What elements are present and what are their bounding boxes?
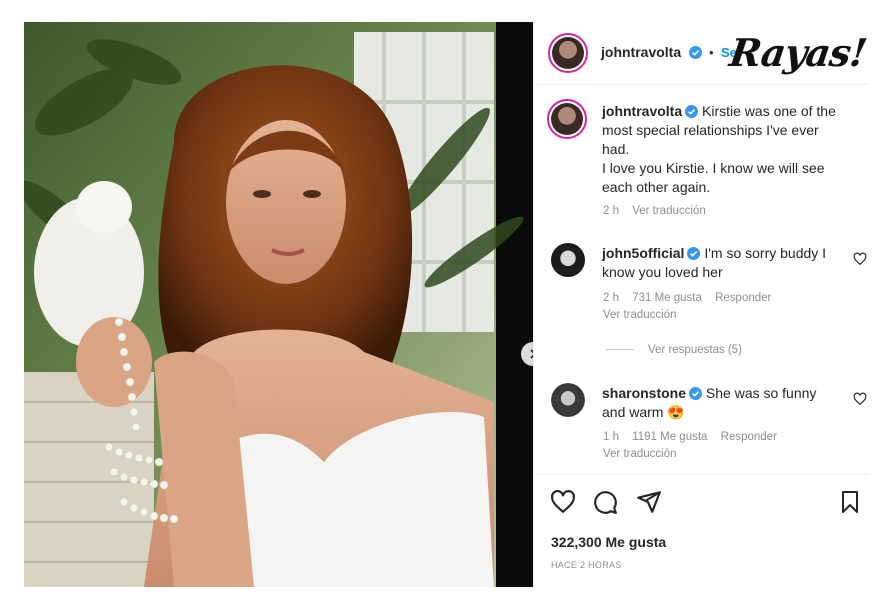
caption-line: most special relationships I've ever (602, 122, 819, 138)
instagram-post-card: johntravolta • Se johntravolta Kirstie w… (0, 0, 892, 609)
comment-icon[interactable] (592, 489, 618, 515)
reply-link[interactable]: Responder (715, 292, 771, 304)
author-username[interactable]: johntravolta (601, 44, 681, 60)
caption-line: had. (602, 141, 630, 157)
caption-line: Kirstie was one of the (702, 103, 836, 119)
view-replies-link[interactable]: Ver respuestas (5) (606, 344, 742, 356)
heart-icon[interactable] (853, 392, 867, 406)
posted-time[interactable]: HACE 2 HORAS (551, 560, 622, 570)
comment-likes[interactable]: 1191 Me gusta (632, 431, 707, 443)
comment-username[interactable]: john5official (602, 245, 684, 261)
comment-time: 1 h (603, 431, 619, 443)
comment-username[interactable]: sharonstone (602, 385, 686, 401)
author-avatar[interactable] (548, 33, 588, 73)
actions-divider (534, 474, 869, 475)
comment-2-meta: 1 h 1191 Me gusta Responder (603, 431, 787, 443)
caption-username[interactable]: johntravolta (602, 103, 682, 119)
comment-text-line: I'm so sorry buddy I (704, 245, 827, 261)
verified-icon (688, 46, 702, 59)
likes-count[interactable]: 322,300 Me gusta (551, 534, 666, 550)
caption-time: 2 h (603, 205, 619, 217)
watermark-logo: Rayas! (726, 30, 870, 75)
comment-text-line: and warm 😍 (602, 404, 685, 420)
comment-time: 2 h (603, 292, 619, 304)
heart-icon[interactable] (853, 252, 867, 266)
comment-text-line: She was so funny (705, 385, 817, 401)
view-replies-label: Ver respuestas (5) (648, 344, 742, 356)
caption-line: each other again. (602, 179, 711, 195)
comment-text-line: know you loved her (602, 264, 723, 280)
caption-avatar[interactable] (547, 99, 587, 139)
caption-translate-link[interactable]: Ver traducción (632, 205, 706, 217)
caption: johntravolta Kirstie was one of the most… (602, 102, 862, 197)
caption-meta: 2 h Ver traducción (603, 205, 716, 217)
comment-avatar[interactable] (551, 383, 585, 417)
verified-icon (685, 105, 699, 118)
action-bar (550, 489, 862, 517)
comment-1-meta: 2 h 731 Me gusta Responder (603, 292, 781, 304)
heart-icon[interactable] (550, 489, 576, 515)
comment-1: john5official I'm so sorry buddy I know … (602, 244, 832, 282)
bookmark-icon[interactable] (838, 489, 862, 515)
separator-dot: • (709, 45, 714, 60)
reply-link[interactable]: Responder (721, 431, 777, 443)
header-name-row: johntravolta • Se (601, 44, 737, 62)
comment-translate-link[interactable]: Ver traducción (603, 448, 677, 460)
caption-line: I love you Kirstie. I know we will see (602, 160, 825, 176)
verified-icon (687, 247, 701, 260)
post-side-panel: johntravolta • Se johntravolta Kirstie w… (533, 22, 869, 587)
comment-2: sharonstone She was so funny and warm 😍 (602, 384, 832, 422)
header-divider (534, 84, 869, 85)
verified-icon (689, 387, 703, 400)
replies-line (606, 349, 634, 351)
share-icon[interactable] (636, 489, 662, 515)
post-photo[interactable] (24, 22, 533, 587)
comment-likes[interactable]: 731 Me gusta (632, 292, 702, 304)
portrait-image (24, 22, 533, 587)
comment-translate-link[interactable]: Ver traducción (603, 309, 677, 321)
comment-avatar[interactable] (551, 243, 585, 277)
